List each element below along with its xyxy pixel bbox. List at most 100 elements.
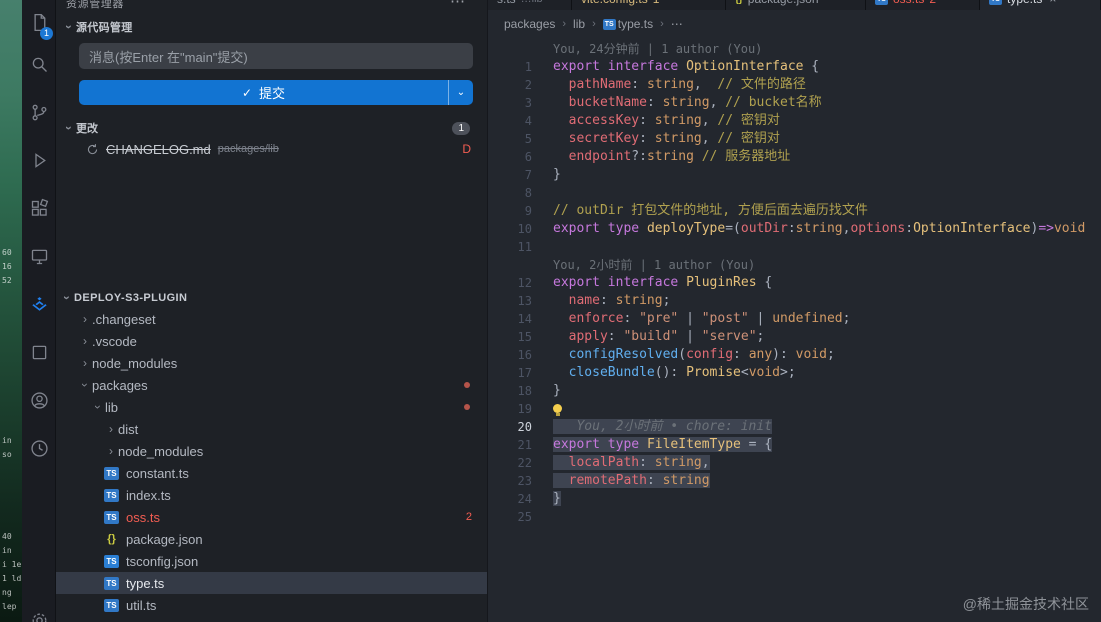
tab-bar: s.ts …lib vite.config.ts 1 {} package.json TS o… <box>488 0 1101 10</box>
modified-dot-indicator <box>464 404 470 410</box>
file-item-index.ts[interactable]: TS index.ts <box>56 484 487 506</box>
file-item-package.json[interactable]: {} package.json <box>56 528 487 550</box>
code-line-22[interactable]: 22 localPath: string, <box>488 454 1101 472</box>
breadcrumb-label: type.ts <box>617 17 654 31</box>
code-line-16[interactable]: 16 configResolved(config: any): void; <box>488 346 1101 364</box>
chevron-right-icon: › <box>109 422 113 436</box>
code-line-5[interactable]: 5 secretKey: string, // 密钥对 <box>488 130 1101 148</box>
code-line-1[interactable]: 1 export interface OptionInterface { <box>488 58 1101 76</box>
folder-item-dist[interactable]: › dist <box>56 418 487 440</box>
code-line-2[interactable]: 2 pathName: string, // 文件的路径 <box>488 76 1101 94</box>
changes-label: 更改 <box>76 123 98 135</box>
source-control-icon[interactable] <box>22 92 56 132</box>
file-explorer-tree: › DEPLOY-S3-PLUGIN › .changeset › .vscode › n… <box>56 288 487 616</box>
chevron-down-icon: › <box>62 126 76 130</box>
line-number: 23 <box>517 474 532 488</box>
folder-item-lib[interactable]: › lib <box>56 396 487 418</box>
tab-package.json[interactable]: {} package.json <box>726 0 866 10</box>
chevron-down-icon: › <box>62 24 76 30</box>
search-icon[interactable] <box>22 44 56 84</box>
ts-file-icon: TS <box>104 576 119 590</box>
ts-file-icon: TS <box>104 510 119 524</box>
chevron-right-icon: › <box>83 312 87 326</box>
history-icon[interactable] <box>22 428 56 468</box>
changed-file-path: packages/lib <box>217 143 279 155</box>
line-number: 22 <box>517 456 532 470</box>
breadcrumb: packages › lib › TS type.ts › ⋯ <box>488 10 1101 38</box>
code-line-6[interactable]: 6 endpoint?:string // 服务器地址 <box>488 148 1101 166</box>
explorer-icon[interactable]: 1 <box>22 2 56 42</box>
line-number: 17 <box>517 366 532 380</box>
breadcrumb-item--[interactable]: ⋯ <box>671 17 683 31</box>
tree-item-label: tsconfig.json <box>126 553 199 569</box>
code-line-8[interactable]: 8 <box>488 184 1101 202</box>
tab-oss.ts[interactable]: TS oss.ts 2 <box>866 0 980 10</box>
lightbulb-icon[interactable] <box>553 404 562 416</box>
changed-file-row[interactable]: CHANGELOG.md packages/lib D <box>56 138 487 160</box>
folder-item-.changeset[interactable]: › .changeset <box>56 308 487 330</box>
code-line-3[interactable]: 3 bucketName: string, // bucket名称 <box>488 94 1101 112</box>
ts-file-icon: TS <box>875 0 888 5</box>
code-line-19[interactable]: 19 <box>488 400 1101 418</box>
remote-explorer-icon[interactable] <box>22 236 56 276</box>
tab-s.ts[interactable]: s.ts …lib <box>488 0 572 10</box>
source-control-section-header[interactable]: › 源代码管理 <box>56 12 487 39</box>
code-line-18[interactable]: 18} <box>488 382 1101 400</box>
file-item-oss.ts[interactable]: TS oss.ts 2 <box>56 506 487 528</box>
run-debug-icon[interactable] <box>22 140 56 180</box>
tab-vite.config.ts[interactable]: vite.config.ts 1 <box>572 0 726 10</box>
code-line-14[interactable]: 14 enforce: "pre" | "post" | undefined; <box>488 310 1101 328</box>
code-line-13[interactable]: 13 name: string; <box>488 292 1101 310</box>
tree-item-label: index.ts <box>126 487 171 503</box>
commit-button-main[interactable]: ✓ 提交 <box>79 80 448 105</box>
code-line-25[interactable]: 25 <box>488 508 1101 526</box>
code-line-20[interactable]: 20 You, 2小时前 • chore: init <box>488 418 1101 436</box>
code-line-15[interactable]: 15 apply: "build" | "serve"; <box>488 328 1101 346</box>
folder-item-packages[interactable]: › packages <box>56 374 487 396</box>
panel-icon[interactable] <box>22 332 56 372</box>
code-line-24[interactable]: 24} <box>488 490 1101 508</box>
code-line-17[interactable]: 17 closeBundle(): Promise<void>; <box>488 364 1101 382</box>
commit-button[interactable]: ✓ 提交 ⌄ <box>79 80 473 105</box>
line-number: 20 <box>517 420 532 434</box>
folder-item-.vscode[interactable]: › .vscode <box>56 330 487 352</box>
workspace-root-header[interactable]: › DEPLOY-S3-PLUGIN <box>56 288 487 308</box>
breadcrumb-item-lib[interactable]: lib <box>573 17 585 31</box>
code-line-9[interactable]: 9// outDir 打包文件的地址, 方便后面去遍历找文件 <box>488 202 1101 220</box>
wallpaper-text-fragment: 1 ld <box>2 574 22 583</box>
ts-file-icon: TS <box>104 466 119 480</box>
folder-item-node-modules[interactable]: › node_modules <box>56 440 487 462</box>
line-number: 6 <box>524 150 532 164</box>
code-line-4[interactable]: 4 accessKey: string, // 密钥对 <box>488 112 1101 130</box>
changes-section-header[interactable]: › 更改 1 <box>56 120 487 136</box>
desktop-wallpaper-strip: 60 16 52 in so 40 in i 1e 1 ld ng lep <box>0 0 22 622</box>
commit-dropdown-button[interactable]: ⌄ <box>448 80 473 105</box>
file-item-type.ts[interactable]: TS type.ts <box>56 572 487 594</box>
juejin-icon[interactable] <box>22 284 56 324</box>
folder-item-node-modules[interactable]: › node_modules <box>56 352 487 374</box>
wallpaper-text-fragment: 16 <box>2 262 12 271</box>
code-line-21[interactable]: 21 export type FileItemType = { <box>488 436 1101 454</box>
code-line-7[interactable]: 7} <box>488 166 1101 184</box>
code-line-11[interactable]: 11 <box>488 238 1101 256</box>
code-line-12[interactable]: 12 export interface PluginRes { <box>488 274 1101 292</box>
close-icon[interactable]: × <box>1049 0 1056 6</box>
code-line-23[interactable]: 23 remotePath: string <box>488 472 1101 490</box>
account-icon[interactable] <box>22 380 56 420</box>
code-line-10[interactable]: 10 export type deployType=(outDir:string,… <box>488 220 1101 238</box>
changes-count-badge: 1 <box>452 121 470 135</box>
tab-type.ts[interactable]: TS type.ts × <box>980 0 1101 10</box>
extensions-icon[interactable] <box>22 188 56 228</box>
settings-gear-icon[interactable] <box>22 600 56 622</box>
breadcrumb-item-type.ts[interactable]: TS type.ts <box>602 17 654 31</box>
commit-message-input[interactable]: 消息(按Enter 在"main"提交) <box>79 43 473 69</box>
code-area[interactable]: You, 24分钟前 | 1 author (You) 1 export inter… <box>488 40 1101 622</box>
breadcrumb-item-packages[interactable]: packages <box>504 17 555 31</box>
file-item-tsconfig.json[interactable]: TS tsconfig.json <box>56 550 487 572</box>
more-actions-icon[interactable]: ⋯ <box>450 0 465 10</box>
tree-item-label: .changeset <box>92 311 156 327</box>
file-item-util.ts[interactable]: TS util.ts <box>56 594 487 616</box>
line-number: 16 <box>517 348 532 362</box>
tab-problem-count: 2 <box>929 0 936 6</box>
file-item-constant.ts[interactable]: TS constant.ts <box>56 462 487 484</box>
